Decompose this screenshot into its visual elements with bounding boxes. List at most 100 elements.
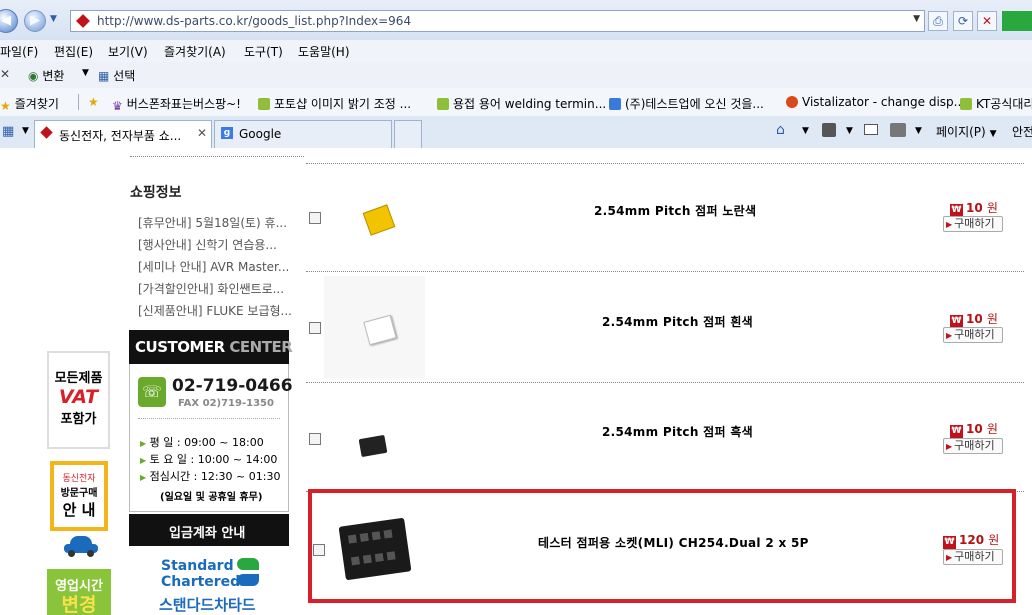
close-tab-icon[interactable]: ✕ bbox=[197, 126, 207, 140]
vat-banner[interactable]: 모든제품 VAT 포함가 bbox=[47, 351, 110, 449]
favorite-link-1[interactable]: 포토샵 이미지 밝기 조정 ... bbox=[258, 95, 411, 112]
blog-icon bbox=[258, 98, 270, 110]
safety-menu[interactable]: 안전 bbox=[1012, 123, 1032, 140]
quick-tabs-icon[interactable]: ▦ bbox=[2, 124, 14, 139]
buy-button[interactable]: ▶ 구매하기 bbox=[943, 327, 1003, 343]
select-button[interactable]: ▦ 선택 bbox=[98, 67, 135, 84]
phone-icon: ☏ bbox=[138, 377, 166, 407]
arrow-right-icon: ▶ bbox=[946, 220, 953, 229]
menu-view[interactable]: 보기(V) bbox=[108, 43, 148, 60]
address-dropdown-icon[interactable]: ▼ bbox=[913, 14, 920, 24]
favbar-divider bbox=[78, 94, 79, 110]
buy-button[interactable]: ▶ 구매하기 bbox=[943, 438, 1003, 454]
mail-icon[interactable] bbox=[864, 124, 878, 135]
jumper-yellow-icon bbox=[362, 204, 396, 236]
notice-link-1[interactable]: [행사안내] 신학기 연습용... bbox=[138, 236, 277, 253]
favorite-link-3[interactable]: (주)테스트업에 오신 것을... bbox=[609, 95, 764, 112]
bullet-icon: ▶ bbox=[140, 473, 147, 482]
hours-saturday: ▶ 토 요 일 : 10:00 ~ 14:00 bbox=[140, 453, 278, 466]
site-favicon-icon bbox=[40, 126, 53, 139]
arrow-right-icon: ▶ bbox=[946, 331, 953, 340]
product-name[interactable]: 2.54mm Pitch 점퍼 흑색 bbox=[602, 423, 753, 440]
address-bar[interactable]: http://www.ds-parts.co.kr/goods_list.php… bbox=[70, 10, 925, 32]
product-row: 2.54mm Pitch 점퍼 흑색 ₩10 원 ▶ 구매하기 bbox=[306, 383, 1024, 491]
menu-tools[interactable]: 도구(T) bbox=[244, 43, 283, 60]
favorite-link-4[interactable]: Vistalizator - change disp... bbox=[786, 95, 965, 109]
tab-dongshin[interactable]: 동신전자, 전자부품 쇼... ✕ bbox=[34, 120, 212, 148]
menu-help[interactable]: 도움말(H) bbox=[298, 43, 350, 60]
socket-icon bbox=[338, 517, 412, 581]
customer-center-box: ☏ 02-719-0466 FAX 02)719-1350 ▶ 평 일 : 09… bbox=[129, 364, 293, 512]
product-image[interactable] bbox=[336, 165, 426, 271]
cc-divider bbox=[138, 418, 280, 419]
phone-number: 02-719-0466 bbox=[172, 376, 293, 396]
forward-button[interactable]: ▶ bbox=[24, 10, 46, 32]
product-row: 2.54mm Pitch 점퍼 노란색 ₩10 원 ▶ 구매하기 bbox=[306, 164, 1024, 271]
page-menu-dropdown-icon: ▼ bbox=[989, 129, 997, 139]
bullet-icon: ▶ bbox=[140, 456, 147, 465]
compatibility-view-icon[interactable]: ⎙ bbox=[928, 11, 948, 31]
url-text: http://www.ds-parts.co.kr/goods_list.php… bbox=[97, 14, 412, 28]
print-dropdown-icon[interactable]: ▼ bbox=[915, 126, 922, 136]
favorites-bar: ★ 즐겨찾기 ★ ♛ 버스폰좌표는버스팡~! 포토샵 이미지 밝기 조정 ... 용… bbox=[0, 88, 1032, 117]
translate-button[interactable]: ◉ 변환 bbox=[28, 67, 64, 84]
product-name[interactable]: 테스터 점퍼용 소켓(MLI) CH254.Dual 2 x 5P bbox=[538, 534, 809, 551]
close-toolbar-icon[interactable]: ✕ bbox=[0, 67, 10, 81]
print-icon[interactable] bbox=[890, 123, 906, 137]
business-hours-banner[interactable]: 영업시간 변경 bbox=[47, 569, 111, 615]
won-icon: ₩ bbox=[950, 425, 963, 438]
product-image[interactable] bbox=[324, 276, 425, 378]
product-checkbox[interactable] bbox=[309, 212, 321, 224]
bank-swirl-icon bbox=[237, 558, 259, 592]
buy-button[interactable]: ▶ 구매하기 bbox=[943, 216, 1003, 232]
shopping-info-title: 쇼핑정보 bbox=[130, 185, 182, 201]
blog-icon bbox=[960, 98, 972, 110]
favorite-link-2[interactable]: 용접 용어 welding termin... bbox=[437, 95, 606, 112]
product-checkbox[interactable] bbox=[313, 544, 325, 556]
feeds-icon[interactable] bbox=[822, 123, 836, 137]
hours-weekday: ▶ 평 일 : 09:00 ~ 18:00 bbox=[140, 436, 264, 449]
bullet-icon: ▶ bbox=[140, 439, 147, 448]
notice-link-2[interactable]: [세미나 안내] AVR Master... bbox=[138, 258, 289, 275]
translate-dropdown-icon[interactable]: ▼ bbox=[82, 68, 89, 78]
product-name[interactable]: 2.54mm Pitch 점퍼 노란색 bbox=[594, 202, 756, 219]
add-favorite-icon[interactable]: ★ bbox=[88, 95, 99, 109]
select-icon: ▦ bbox=[98, 69, 110, 83]
feeds-dropdown-icon[interactable]: ▼ bbox=[846, 126, 853, 136]
refresh-icon[interactable]: ⟳ bbox=[953, 11, 973, 31]
menu-favorites[interactable]: 즐겨찾기(A) bbox=[164, 43, 226, 60]
favorite-link-0[interactable]: ♛ 버스폰좌표는버스팡~! bbox=[112, 95, 241, 113]
product-name[interactable]: 2.54mm Pitch 점퍼 흰색 bbox=[602, 313, 753, 330]
tab-google[interactable]: g Google bbox=[214, 120, 392, 148]
customer-center-header: CUSTOMER CENTER bbox=[129, 330, 293, 364]
car-icon bbox=[62, 536, 100, 558]
menu-file[interactable]: 파일(F) bbox=[0, 43, 38, 60]
product-price: ₩120 원 bbox=[943, 533, 1000, 549]
tab-list-dropdown-icon[interactable]: ▼ bbox=[22, 126, 29, 136]
page-menu[interactable]: 페이지(P) ▼ bbox=[936, 123, 996, 140]
notice-link-3[interactable]: [가격할인안내] 화인쌘트로... bbox=[138, 280, 284, 297]
ie-icon bbox=[609, 98, 621, 110]
home-dropdown-icon[interactable]: ▼ bbox=[802, 126, 809, 136]
stop-icon[interactable]: ✕ bbox=[977, 11, 997, 31]
back-button[interactable]: ◀ bbox=[0, 9, 18, 33]
visit-banner[interactable]: 동신전자 방문구매 안 내 bbox=[50, 461, 108, 531]
menu-edit[interactable]: 편집(E) bbox=[54, 43, 93, 60]
product-checkbox[interactable] bbox=[309, 433, 321, 445]
history-dropdown-icon[interactable]: ▼ bbox=[50, 14, 57, 24]
product-checkbox[interactable] bbox=[309, 322, 321, 334]
hours-lunch: ▶ 점심시간 : 12:30 ~ 01:30 bbox=[140, 470, 281, 483]
favorite-link-5[interactable]: KT공식대리 bbox=[960, 95, 1032, 112]
new-tab-button[interactable] bbox=[394, 120, 422, 148]
globe-icon: ◉ bbox=[28, 69, 39, 83]
search-provider-icon[interactable] bbox=[1002, 11, 1032, 31]
bus-icon: ♛ bbox=[112, 99, 123, 113]
home-icon[interactable]: ⌂ bbox=[776, 122, 785, 138]
blog-icon bbox=[437, 98, 449, 110]
favorites-button[interactable]: ★ 즐겨찾기 bbox=[0, 95, 59, 113]
notice-link-4[interactable]: [신제품안내] FLUKE 보급형... bbox=[138, 302, 292, 319]
buy-button[interactable]: ▶ 구매하기 bbox=[943, 549, 1003, 565]
notice-link-0[interactable]: [휴무안내] 5월18일(토) 휴... bbox=[138, 214, 287, 231]
product-image[interactable] bbox=[336, 508, 416, 588]
product-image[interactable] bbox=[336, 393, 426, 483]
